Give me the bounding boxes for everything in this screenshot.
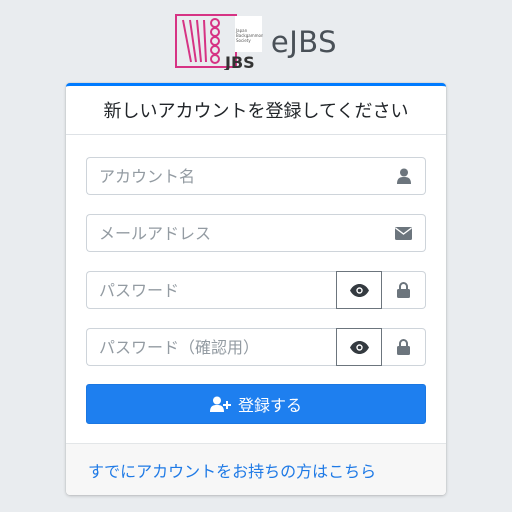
brand-name: eJBS (270, 25, 338, 59)
password-confirm-input[interactable] (86, 328, 336, 366)
password-confirm-toggle-button[interactable] (336, 328, 382, 366)
register-button[interactable]: 登録する (86, 384, 426, 424)
logo-text: JBS (224, 53, 255, 70)
eye-icon (349, 283, 369, 297)
eye-icon (349, 340, 369, 354)
lock-icon (382, 271, 426, 309)
register-form: 登録する (66, 135, 446, 424)
jbs-logo: Japan Backgammon Society JBS (174, 14, 263, 70)
envelope-icon (382, 214, 426, 252)
email-input[interactable] (86, 214, 382, 252)
password-toggle-button[interactable] (336, 271, 382, 309)
card-footer: すでにアカウントをお持ちの方はこちら (66, 443, 446, 495)
user-plus-icon (209, 396, 231, 412)
login-link[interactable]: すでにアカウントをお持ちの方はこちら (88, 458, 376, 482)
password-input[interactable] (86, 271, 336, 309)
logo-header: Japan Backgammon Society JBS eJBS (0, 14, 512, 70)
card-title: 新しいアカウントを登録してください (66, 86, 446, 135)
password-group (86, 271, 426, 309)
account-name-group (86, 157, 426, 195)
user-icon (382, 157, 426, 195)
email-group (86, 214, 426, 252)
account-name-input[interactable] (86, 157, 382, 195)
lock-icon (382, 328, 426, 366)
register-button-label: 登録する (237, 396, 302, 415)
register-card: 新しいアカウントを登録してください アカウント名 メールアドレス 登録する すで… (66, 83, 446, 495)
password-confirm-group (86, 328, 426, 366)
